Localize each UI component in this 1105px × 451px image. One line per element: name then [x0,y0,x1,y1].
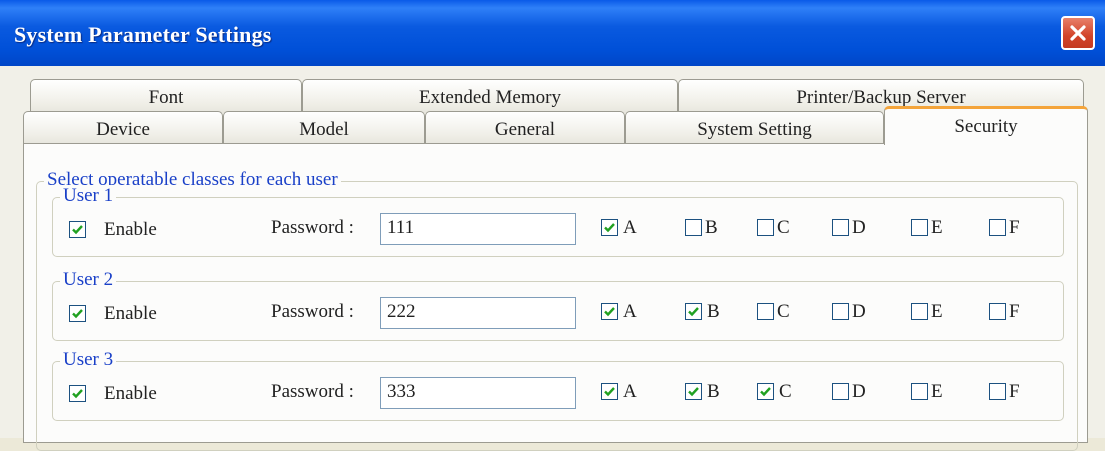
class-a-label: A [623,217,637,238]
class-e-checkbox[interactable] [911,383,928,400]
class-b-label: B [707,381,720,402]
checkmark-icon [72,225,83,235]
tab-printer-backup-server-label: Printer/Backup Server [796,87,966,108]
class-d-checkbox[interactable] [832,303,849,320]
enable-label: Enable [104,219,157,240]
enable-checkbox[interactable] [69,221,86,238]
class-f-label: F [1009,301,1020,322]
password-label: Password : [271,381,354,402]
class-f-checkbox[interactable] [989,303,1006,320]
checkmark-icon [72,309,83,319]
class-d-label: D [852,217,866,238]
close-icon [1070,25,1086,41]
tab-system-setting[interactable]: System Setting [625,111,884,144]
window-title: System Parameter Settings [14,22,272,47]
class-d-checkbox[interactable] [832,383,849,400]
checkmark-icon [604,387,615,397]
class-e-checkbox[interactable] [911,219,928,236]
class-c-label: C [777,217,790,238]
tab-font-label: Font [148,87,184,108]
class-a-checkbox[interactable] [601,303,618,320]
title-bar[interactable]: System Parameter Settings [0,0,1105,66]
checkmark-icon [604,223,615,233]
tab-font[interactable]: Font [30,79,302,113]
security-panel: Select operatable classes for each user … [23,143,1088,451]
password-field[interactable]: 111 [380,213,576,245]
class-c-checkbox[interactable] [757,383,774,400]
class-d-label: D [852,301,866,322]
class-a-label: A [623,381,637,402]
class-c-checkbox[interactable] [757,219,774,236]
user-title: User 3 [60,349,117,371]
tab-model[interactable]: Model [223,111,425,144]
tab-extended-memory[interactable]: Extended Memory [302,79,678,113]
class-c-checkbox[interactable] [757,303,774,320]
class-d-checkbox[interactable] [832,219,849,236]
class-e-label: E [931,381,943,402]
class-b-label: B [705,217,718,238]
checkmark-icon [604,307,615,317]
class-e-checkbox[interactable] [911,303,928,320]
checkmark-icon [688,387,699,397]
class-b-checkbox[interactable] [685,219,702,236]
password-field[interactable]: 333 [380,377,576,409]
system-parameter-settings-window: System Parameter Settings Font Extended … [0,0,1105,451]
class-e-label: E [931,301,943,322]
password-label: Password : [271,301,354,322]
class-a-label: A [623,301,637,322]
checkmark-icon [688,307,699,317]
class-f-checkbox[interactable] [989,219,1006,236]
password-label: Password : [271,217,354,238]
class-b-checkbox[interactable] [685,303,702,320]
tab-extended-memory-label: Extended Memory [419,87,561,108]
password-field[interactable]: 222 [380,297,576,329]
tab-general[interactable]: General [425,111,625,144]
enable-label: Enable [104,303,157,324]
class-a-checkbox[interactable] [601,219,618,236]
class-e-label: E [931,217,943,238]
tab-device-label: Device [96,119,150,140]
tab-device[interactable]: Device [23,111,223,144]
class-f-label: F [1009,381,1020,402]
checkmark-icon [72,389,83,399]
class-b-checkbox[interactable] [685,383,702,400]
class-a-checkbox[interactable] [601,383,618,400]
class-b-label: B [707,301,720,322]
tab-general-label: General [494,119,556,140]
checkmark-icon [760,387,771,397]
enable-checkbox[interactable] [69,305,86,322]
tab-model-label: Model [299,119,349,140]
enable-checkbox[interactable] [69,385,86,402]
user-title: User 2 [60,269,117,291]
tab-system-setting-label: System Setting [697,119,812,140]
class-f-checkbox[interactable] [989,383,1006,400]
class-c-label: C [779,381,792,402]
tab-security-label: Security [954,116,1018,137]
class-c-label: C [777,301,790,322]
tab-security[interactable]: Security [884,106,1088,145]
enable-label: Enable [104,383,157,404]
class-f-label: F [1009,217,1020,238]
close-button[interactable] [1061,16,1095,50]
user-title: User 1 [60,185,117,207]
class-d-label: D [852,381,866,402]
